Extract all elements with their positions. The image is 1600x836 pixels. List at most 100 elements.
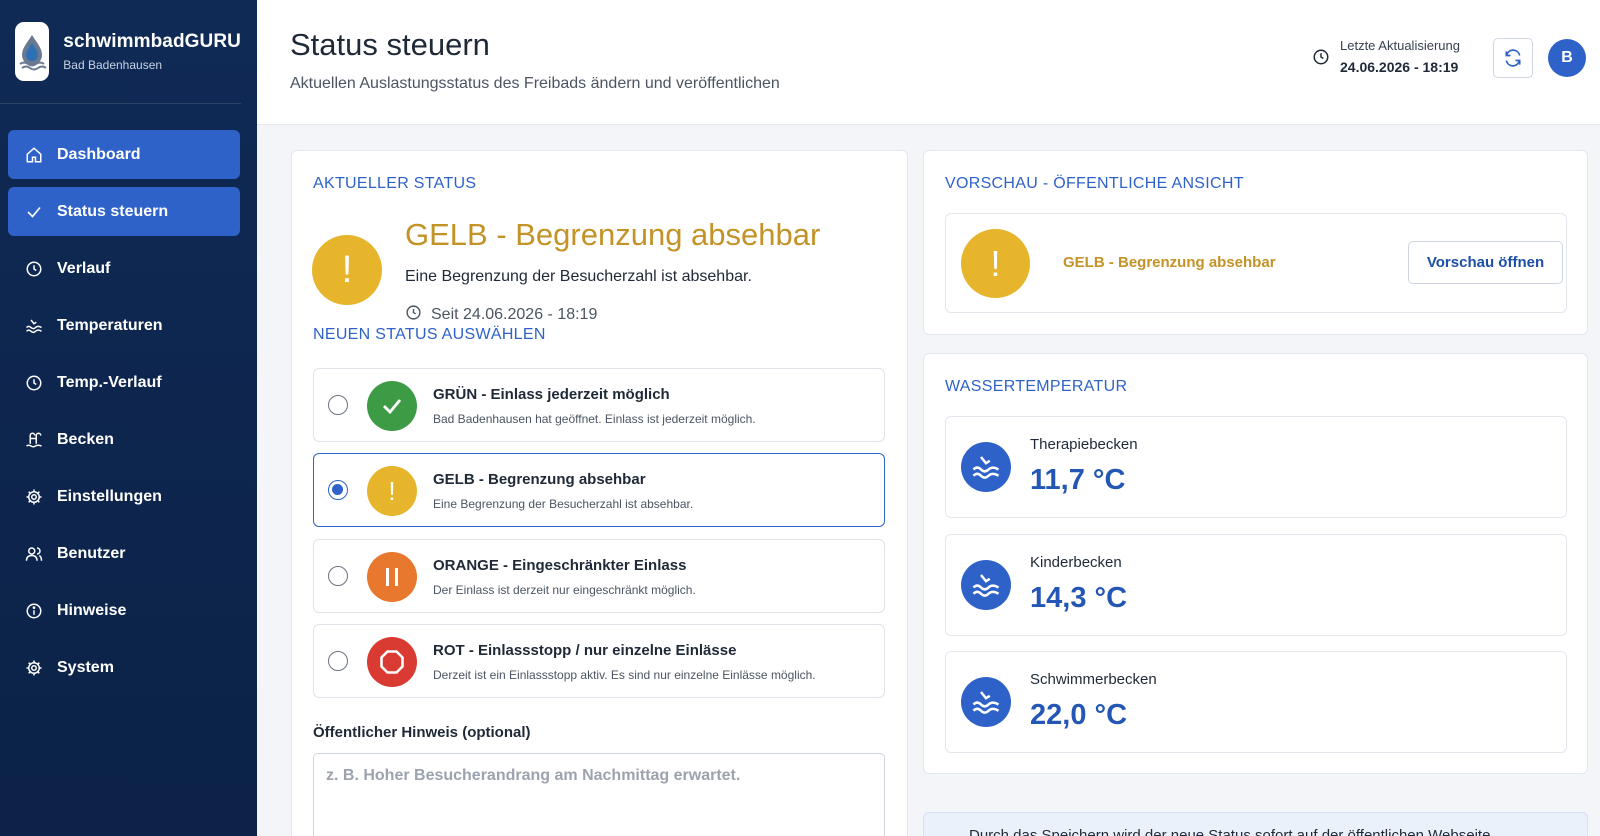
preview-card: VORSCHAU - ÖFFENTLICHE ANSICHT ! GELB - …: [923, 150, 1588, 335]
gear-icon: [24, 658, 44, 678]
current-status-circle: !: [312, 235, 382, 305]
exclamation-icon: !: [388, 475, 396, 506]
status-radio[interactable]: [328, 395, 348, 415]
clock-icon: [24, 259, 44, 279]
last-update-value: 24.06.2026 - 18:19: [1340, 59, 1459, 75]
status-option-description: Eine Begrenzung der Besucherzahl ist abs…: [433, 497, 694, 511]
preview-status-label: GELB - Begrenzung absehbar: [1063, 254, 1276, 271]
sidebar-item-label: Becken: [57, 430, 114, 448]
save-info-text: Durch das Speichern wird der neue Status…: [969, 827, 1491, 836]
users-icon: [24, 544, 44, 564]
home-icon: [24, 145, 44, 165]
status-option-circle: !: [367, 466, 417, 516]
clock-icon: [405, 304, 422, 326]
sidebar-item-label: Status steuern: [57, 202, 169, 220]
brand: schwimmbadGURU Bad Badenhausen: [0, 0, 241, 104]
status-option-yellow[interactable]: ! GELB - Begrenzung absehbar Eine Begren…: [313, 453, 885, 527]
stop-icon: [380, 650, 404, 674]
sidebar-item-hinweise[interactable]: Hinweise: [8, 586, 240, 635]
info-icon: [24, 601, 44, 621]
water-temperature-card: WASSERTEMPERATUR Therapiebecken 11,7 °C …: [923, 353, 1588, 774]
preview-box: ! GELB - Begrenzung absehbar Vorschau öf…: [945, 213, 1567, 313]
preview-heading: VORSCHAU - ÖFFENTLICHE ANSICHT: [945, 175, 1244, 192]
pool-temperature-item: Schwimmerbecken 22,0 °C: [945, 651, 1567, 753]
status-option-title: ORANGE - Eingeschränkter Einlass: [433, 557, 687, 574]
public-hint-label: Öffentlicher Hinweis (optional): [313, 724, 531, 741]
water-icon: [24, 316, 44, 336]
current-status-title: GELB - Begrenzung absehbar: [405, 217, 821, 252]
sidebar-item-label: Einstellungen: [57, 487, 162, 505]
refresh-button[interactable]: [1493, 38, 1533, 78]
pool-temperature-item: Kinderbecken 14,3 °C: [945, 534, 1567, 636]
check-icon: [383, 399, 402, 415]
check-icon: [24, 202, 44, 222]
sidebar-item-label: Benutzer: [57, 544, 126, 562]
last-update: Letzte Aktualisierung 24.06.2026 - 18:19: [1312, 38, 1460, 75]
status-radio[interactable]: [328, 480, 348, 500]
brand-name: schwimmbadGURU: [63, 31, 241, 52]
sidebar-item-label: System: [57, 658, 114, 676]
sidebar-item-label: Temperaturen: [57, 316, 163, 334]
water-temperature-heading: WASSERTEMPERATUR: [945, 378, 1128, 395]
preview-status-circle: !: [961, 229, 1030, 298]
sidebar: schwimmbadGURU Bad Badenhausen Dashboard…: [0, 0, 257, 836]
brand-logo[interactable]: [15, 22, 50, 81]
status-option-red[interactable]: ROT - Einlassstopp / nur einzelne Einläs…: [313, 624, 885, 698]
current-status-description: Eine Begrenzung der Besucherzahl ist abs…: [405, 268, 752, 285]
status-option-green[interactable]: GRÜN - Einlass jederzeit möglich Bad Bad…: [313, 368, 885, 442]
pool-temperature: 22,0 °C: [1030, 699, 1128, 731]
page-subtitle: Aktuellen Auslastungsstatus des Freibads…: [290, 75, 780, 92]
pool-name: Kinderbecken: [1030, 554, 1122, 571]
current-status-since: Seit 24.06.2026 - 18:19: [405, 304, 597, 326]
status-option-circle: [367, 381, 417, 431]
status-option-title: GELB - Begrenzung absehbar: [433, 471, 646, 488]
sidebar-item-label: Verlauf: [57, 259, 111, 277]
pool-temperature-item: Therapiebecken 11,7 °C: [945, 416, 1567, 518]
page-header: Status steuern Aktuellen Auslastungsstat…: [257, 0, 1600, 125]
clock-icon: [1312, 48, 1330, 71]
page-title: Status steuern: [290, 27, 490, 62]
clock-icon: [24, 373, 44, 393]
status-card: AKTUELLER STATUS ! GELB - Begrenzung abs…: [291, 150, 908, 836]
status-option-title: ROT - Einlassstopp / nur einzelne Einläs…: [433, 642, 737, 659]
avatar[interactable]: B: [1548, 39, 1586, 77]
gear-icon: [24, 487, 44, 507]
status-radio[interactable]: [328, 651, 348, 671]
sidebar-nav: Dashboard Status steuern Verlauf Tempera…: [0, 104, 257, 692]
sidebar-item-dashboard[interactable]: Dashboard: [8, 130, 240, 179]
sidebar-item-temp-verlauf[interactable]: Temp.-Verlauf: [8, 358, 240, 407]
sidebar-item-einstellungen[interactable]: Einstellungen: [8, 472, 240, 521]
pool-name: Schwimmerbecken: [1030, 671, 1157, 688]
sidebar-item-benutzer[interactable]: Benutzer: [8, 529, 240, 578]
status-radio[interactable]: [328, 566, 348, 586]
status-option-description: Bad Badenhausen hat geöffnet. Einlass is…: [433, 412, 756, 426]
swimmer-drop-logo-icon: [19, 34, 47, 70]
status-option-orange[interactable]: ORANGE - Eingeschränkter Einlass Der Ein…: [313, 539, 885, 613]
public-hint-input[interactable]: [313, 753, 885, 836]
current-status-heading: AKTUELLER STATUS: [313, 175, 477, 192]
pool-ladder-icon: [24, 430, 44, 450]
brand-location: Bad Badenhausen: [63, 58, 163, 72]
save-info-box: Durch das Speichern wird der neue Status…: [923, 812, 1588, 836]
water-icon: [961, 677, 1011, 727]
sidebar-item-temperaturen[interactable]: Temperaturen: [8, 301, 240, 350]
status-option-circle: [367, 552, 417, 602]
sidebar-item-status-steuern[interactable]: Status steuern: [8, 187, 240, 236]
last-update-label: Letzte Aktualisierung: [1340, 38, 1460, 53]
pool-temperature: 14,3 °C: [1030, 582, 1128, 614]
sidebar-item-system[interactable]: System: [8, 643, 240, 692]
pause-icon: [386, 568, 398, 586]
water-icon: [961, 560, 1011, 610]
status-option-description: Der Einlass ist derzeit nur eingeschränk…: [433, 583, 696, 597]
pool-temperature: 11,7 °C: [1030, 464, 1126, 496]
current-status-since-text: Seit 24.06.2026 - 18:19: [431, 306, 598, 323]
sidebar-item-label: Hinweise: [57, 601, 127, 619]
status-option-description: Derzeit ist ein Einlassstopp aktiv. Es s…: [433, 668, 816, 682]
sidebar-item-verlauf[interactable]: Verlauf: [8, 244, 240, 293]
sidebar-item-becken[interactable]: Becken: [8, 415, 240, 464]
open-preview-button[interactable]: Vorschau öffnen: [1408, 241, 1563, 284]
exclamation-icon: !: [990, 242, 1001, 284]
sidebar-item-label: Temp.-Verlauf: [57, 373, 162, 391]
select-status-heading: NEUEN STATUS AUSWÄHLEN: [313, 326, 546, 343]
water-icon: [961, 442, 1011, 492]
